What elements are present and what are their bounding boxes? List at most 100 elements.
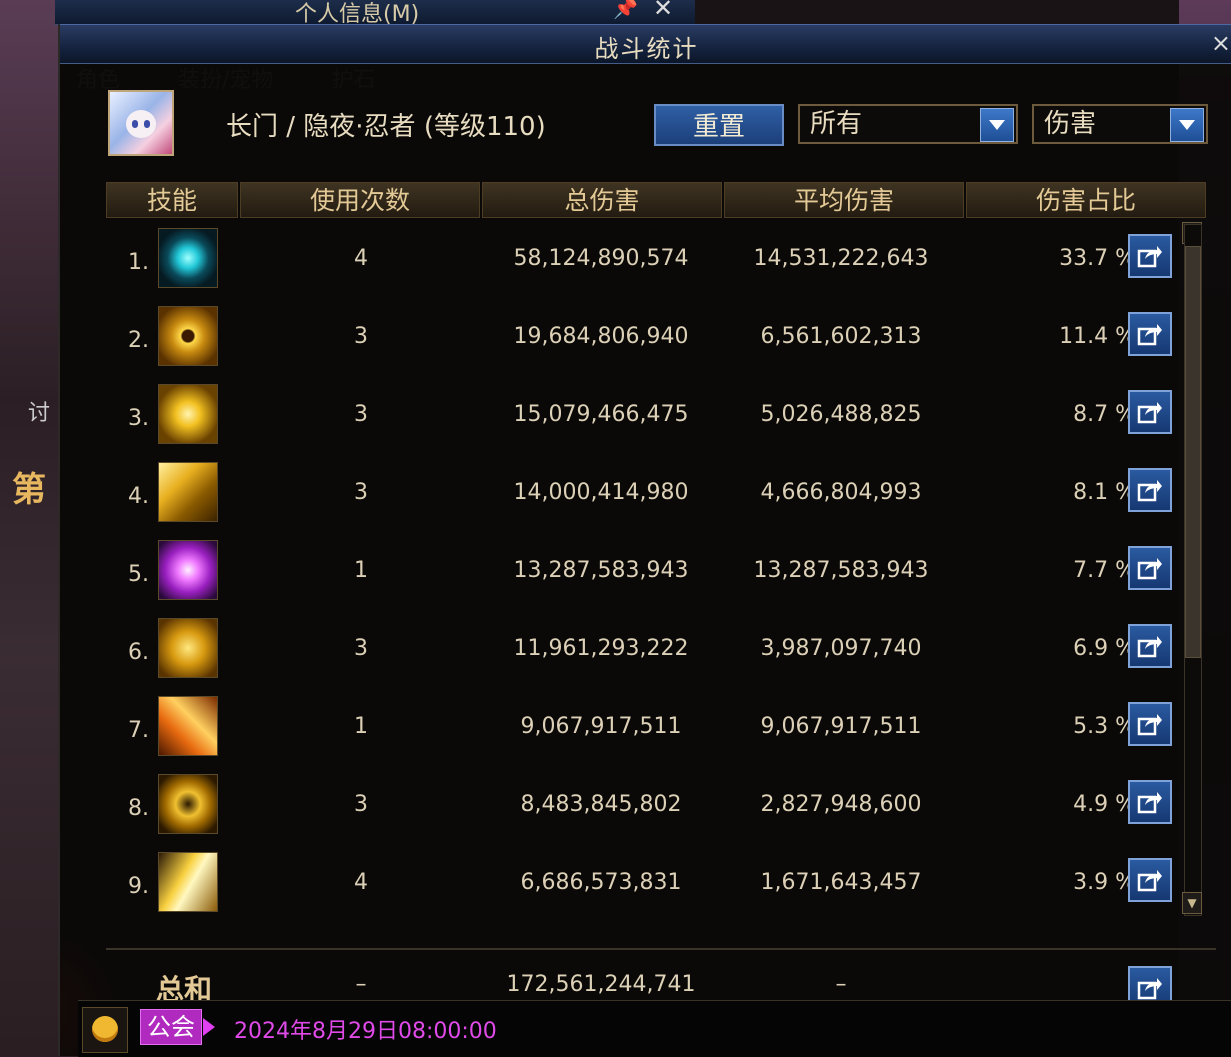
use-count: 3: [354, 636, 368, 661]
pin-icon[interactable]: 📌: [613, 0, 638, 20]
damage-percent: 11.4 %: [1059, 324, 1136, 349]
chat-bar: 公会 2024年8月29日08:00:00: [78, 1000, 1231, 1057]
table-row: 4. 3 14,000,414,980 4,666,804,993 8.1 %: [106, 454, 1206, 532]
window-titlebar[interactable]: 战斗统计 ×: [60, 24, 1231, 64]
purple-explosion-skill-icon: [158, 540, 218, 600]
share-button[interactable]: [1128, 390, 1172, 434]
average-damage: 3,987,097,740: [760, 636, 922, 661]
damage-percent: 4.9 %: [1073, 792, 1136, 817]
row-index: 2.: [128, 328, 149, 353]
guild-channel-tag[interactable]: 公会: [140, 1009, 215, 1045]
sum-average: –: [835, 972, 847, 997]
table-row: 5. 1 13,287,583,943 13,287,583,943 7.7 %: [106, 532, 1206, 610]
total-damage: 6,686,573,831: [520, 870, 682, 895]
share-icon: [1137, 402, 1162, 424]
damage-percent: 8.1 %: [1073, 480, 1136, 505]
total-damage: 58,124,890,574: [513, 246, 689, 271]
row-index: 7.: [128, 718, 149, 743]
golden-eye-skill-icon: [158, 306, 218, 366]
average-damage: 1,671,643,457: [760, 870, 922, 895]
header-percent[interactable]: 伤害占比: [966, 182, 1206, 218]
use-count: 1: [354, 714, 368, 739]
sum-total: 172,561,244,741: [506, 972, 696, 997]
share-icon: [1137, 324, 1162, 346]
share-button[interactable]: [1128, 312, 1172, 356]
share-icon: [1137, 480, 1162, 502]
table-row: 7. 1 9,067,917,511 9,067,917,511 5.3 %: [106, 688, 1206, 766]
damage-percent: 3.9 %: [1073, 870, 1136, 895]
left-bg-text: 讨: [28, 401, 51, 426]
cyan-vortex-skill-icon: [158, 228, 218, 288]
type-filter-value: 伤害: [1044, 109, 1097, 139]
type-filter-select[interactable]: 伤害: [1032, 104, 1208, 144]
total-damage: 13,287,583,943: [513, 558, 689, 583]
table-row: 8. 3 8,483,845,802 2,827,948,600 4.9 %: [106, 766, 1206, 844]
share-button[interactable]: [1128, 468, 1172, 512]
row-index: 9.: [128, 874, 149, 899]
row-index: 6.: [128, 640, 149, 665]
scroll-down-button[interactable]: ▼: [1182, 892, 1202, 914]
character-name: 长门 / 隐夜·忍者 (等级110): [226, 112, 546, 142]
use-count: 4: [354, 870, 368, 895]
row-index: 8.: [128, 796, 149, 821]
golden-burst-skill-icon: [158, 384, 218, 444]
average-damage: 9,067,917,511: [760, 714, 922, 739]
table-row: 2. 3 19,684,806,940 6,561,602,313 11.4 %: [106, 298, 1206, 376]
total-damage: 14,000,414,980: [513, 480, 689, 505]
target-filter-value: 所有: [810, 109, 863, 139]
left-bg-text-large: 第: [12, 470, 46, 510]
flame-swirl-skill-icon: [158, 696, 218, 756]
average-damage: 2,827,948,600: [760, 792, 922, 817]
total-damage: 11,961,293,222: [513, 636, 689, 661]
damage-percent: 7.7 %: [1073, 558, 1136, 583]
share-button[interactable]: [1128, 702, 1172, 746]
average-damage: 4,666,804,993: [760, 480, 922, 505]
damage-percent: 33.7 %: [1059, 246, 1136, 271]
share-icon: [1137, 636, 1162, 658]
golden-beast-skill-icon: [158, 462, 218, 522]
share-icon: [1137, 246, 1162, 268]
share-button[interactable]: [1128, 780, 1172, 824]
use-count: 3: [354, 792, 368, 817]
damage-percent: 6.9 %: [1073, 636, 1136, 661]
table-header: 技能 使用次数 总伤害 平均伤害 伤害占比: [106, 182, 1206, 218]
battle-stats-window: 战斗统计 × 长门 / 隐夜·忍者 (等级110) 重置 所有 伤害 技能 使用…: [58, 24, 1231, 1056]
header-skill[interactable]: 技能: [106, 182, 238, 218]
damage-percent: 8.7 %: [1073, 402, 1136, 427]
close-icon[interactable]: ×: [1211, 29, 1231, 57]
share-button[interactable]: [1128, 858, 1172, 902]
character-avatar: [108, 90, 174, 156]
table-row: 3. 3 15,079,466,475 5,026,488,825 8.7 %: [106, 376, 1206, 454]
emoji-icon[interactable]: [82, 1007, 128, 1053]
use-count: 1: [354, 558, 368, 583]
character-row: 长门 / 隐夜·忍者 (等级110) 重置 所有 伤害: [106, 90, 1226, 160]
total-damage: 15,079,466,475: [513, 402, 689, 427]
table-row: 9. 4 6,686,573,831 1,671,643,457 3.9 %: [106, 844, 1206, 922]
use-count: 3: [354, 480, 368, 505]
chevron-down-icon[interactable]: [1170, 108, 1204, 142]
share-button[interactable]: [1128, 546, 1172, 590]
behind-window-titlebar: 个人信息(M) 📌 ✕: [55, 0, 695, 27]
left-background-panel: 讨 第: [0, 0, 58, 1056]
row-index: 1.: [128, 250, 149, 275]
share-icon: [1137, 978, 1162, 1000]
header-average[interactable]: 平均伤害: [724, 182, 964, 218]
header-count[interactable]: 使用次数: [240, 182, 480, 218]
average-damage: 14,531,222,643: [753, 246, 929, 271]
share-icon: [1137, 870, 1162, 892]
row-index: 5.: [128, 562, 149, 587]
target-filter-select[interactable]: 所有: [798, 104, 1018, 144]
table-row: 6. 3 11,961,293,222 3,987,097,740 6.9 %: [106, 610, 1206, 688]
average-damage: 13,287,583,943: [753, 558, 929, 583]
chevron-down-icon[interactable]: [980, 108, 1014, 142]
header-total[interactable]: 总伤害: [482, 182, 722, 218]
share-button[interactable]: [1128, 624, 1172, 668]
close-icon[interactable]: ✕: [653, 0, 673, 22]
share-icon: [1137, 558, 1162, 580]
sum-count: –: [355, 972, 367, 997]
share-button[interactable]: [1128, 234, 1172, 278]
scrollbar-thumb[interactable]: [1185, 246, 1201, 658]
average-damage: 6,561,602,313: [760, 324, 922, 349]
row-index: 4.: [128, 484, 149, 509]
reset-button[interactable]: 重置: [654, 104, 784, 146]
